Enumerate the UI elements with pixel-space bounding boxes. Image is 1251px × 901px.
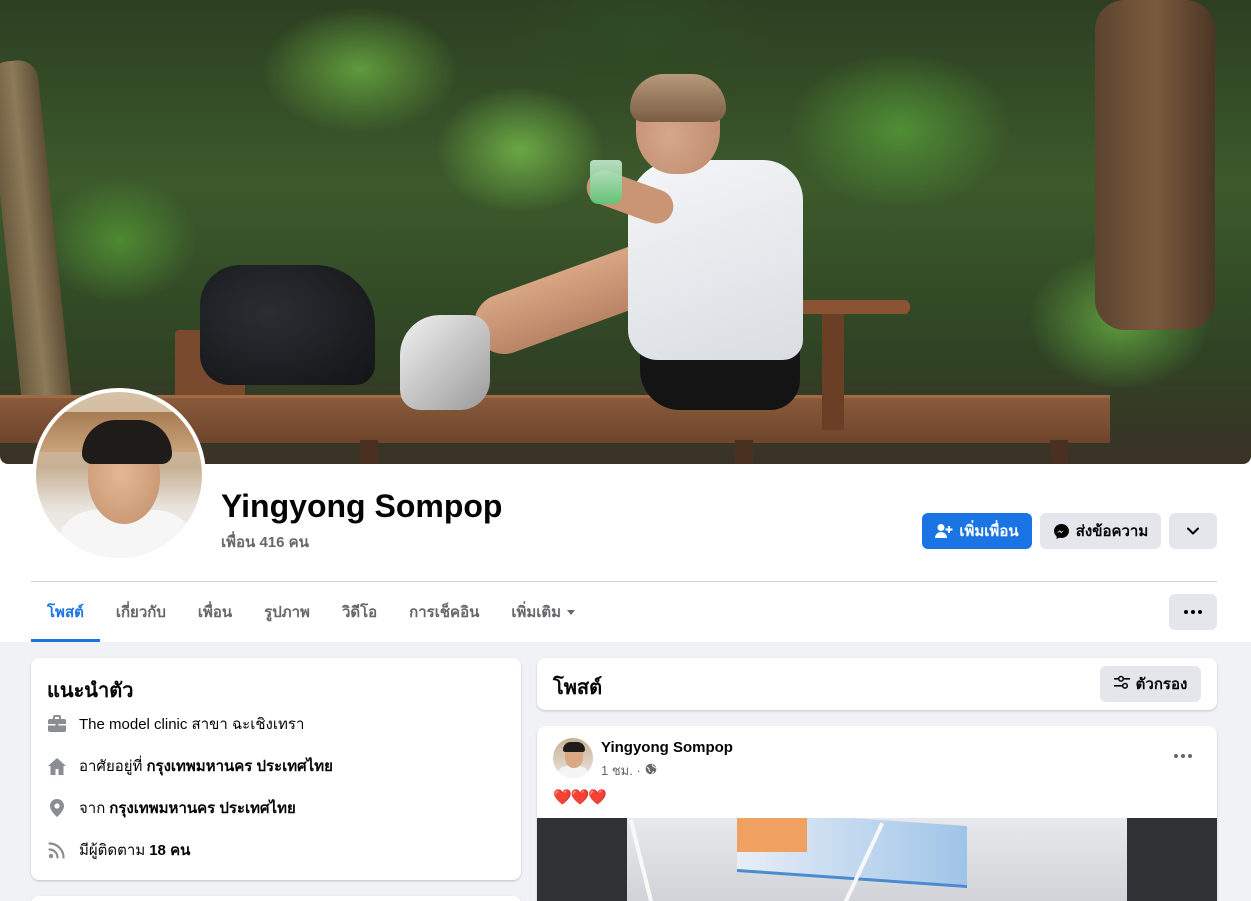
intro-from-prefix: จาก xyxy=(79,800,106,817)
intro-card: แนะนำตัว The model clinic สาขา ฉะเชิงเทร… xyxy=(31,658,521,880)
tab-label: วิดีโอ xyxy=(341,604,378,621)
profile-options-dropdown[interactable] xyxy=(1169,513,1217,549)
more-horizontal-icon xyxy=(1184,610,1202,614)
friend-count[interactable]: เพื่อน 416 คน xyxy=(221,530,309,554)
tabs-more-button[interactable] xyxy=(1169,594,1217,630)
profile-tabs: โพสต์ เกี่ยวกับ เพื่อน รูปภาพ วิดีโอ การ… xyxy=(31,582,591,642)
post-author-name[interactable]: Yingyong Sompop xyxy=(601,739,733,756)
tab-videos[interactable]: วิดีโอ xyxy=(326,582,393,642)
tab-label: เกี่ยวกับ xyxy=(115,604,166,621)
photo-banner-panel xyxy=(737,818,807,852)
intro-followers-count[interactable]: 18 คน xyxy=(149,838,190,862)
cover-deck-leg xyxy=(1050,440,1068,464)
messenger-icon xyxy=(1053,523,1070,540)
caret-down-icon xyxy=(567,609,576,615)
add-friend-label: เพิ่มเพื่อน xyxy=(959,523,1019,540)
tab-label: เพิ่มเติม xyxy=(511,604,562,621)
tab-label: เพื่อน xyxy=(197,604,233,621)
intro-lives-prefix: อาศัยอยู่ที่ xyxy=(79,758,143,775)
filter-button[interactable]: ตัวกรอง xyxy=(1100,666,1201,702)
cover-person-shoe xyxy=(400,315,490,410)
cover-tree-trunk xyxy=(0,58,74,422)
home-icon xyxy=(47,756,67,776)
intro-from-row: จาก กรุงเทพมหานคร ประเทศไทย xyxy=(47,796,296,820)
post-timestamp[interactable]: 1 ชม. · xyxy=(601,760,641,781)
post-card: Yingyong Sompop 1 ชม. · ❤️❤️❤️ xyxy=(537,726,1217,901)
avatar-hair xyxy=(563,742,585,752)
post-options-button[interactable] xyxy=(1165,738,1201,774)
intro-title: แนะนำตัว xyxy=(47,680,134,702)
cover-photo[interactable] xyxy=(0,0,1251,464)
add-friend-button[interactable]: เพิ่มเพื่อน xyxy=(922,513,1032,549)
briefcase-icon xyxy=(47,714,67,734)
tab-label: รูปภาพ xyxy=(264,604,310,621)
cover-deck-leg xyxy=(360,440,378,464)
next-card xyxy=(31,896,521,901)
post-meta: 1 ชม. · xyxy=(601,760,657,781)
posts-header-card: โพสต์ ตัวกรอง xyxy=(537,658,1217,710)
cover-drink-cup xyxy=(590,160,622,204)
intro-work-text[interactable]: The model clinic สาขา ฉะเชิงเทรา xyxy=(79,712,304,736)
intro-lives-place[interactable]: กรุงเทพมหานคร ประเทศไทย xyxy=(146,754,332,778)
profile-header: Yingyong Sompop เพื่อน 416 คน เพิ่มเพื่อ… xyxy=(0,0,1251,642)
tab-photos[interactable]: รูปภาพ xyxy=(248,582,326,642)
filter-sliders-icon xyxy=(1113,675,1130,693)
tab-checkins[interactable]: การเช็คอิน xyxy=(393,582,495,642)
intro-followers-row: มีผู้ติดตาม 18 คน xyxy=(47,838,190,862)
intro-work-row: The model clinic สาขา ฉะเชิงเทรา xyxy=(47,712,304,736)
tab-posts[interactable]: โพสต์ xyxy=(31,582,100,642)
post-photo[interactable] xyxy=(537,818,1217,901)
tab-about[interactable]: เกี่ยวกับ xyxy=(100,582,182,642)
tab-friends[interactable]: เพื่อน xyxy=(182,582,248,642)
more-horizontal-icon xyxy=(1174,754,1192,758)
tab-more[interactable]: เพิ่มเติม xyxy=(495,582,591,642)
post-author-avatar[interactable] xyxy=(553,738,593,778)
profile-avatar[interactable] xyxy=(32,388,206,562)
cover-backpack xyxy=(200,265,375,385)
avatar-hair xyxy=(82,420,172,464)
intro-lives-row: อาศัยอยู่ที่ กรุงเทพมหานคร ประเทศไทย xyxy=(47,754,333,778)
globe-icon xyxy=(645,763,657,778)
message-button[interactable]: ส่งข้อความ xyxy=(1040,513,1161,549)
tab-label: การเช็คอิน xyxy=(409,604,480,621)
tab-label: โพสต์ xyxy=(47,604,84,621)
location-pin-icon xyxy=(47,798,67,818)
cover-deck-leg xyxy=(735,440,753,464)
profile-name: Yingyong Sompop xyxy=(221,488,503,524)
filter-label: ตัวกรอง xyxy=(1135,676,1188,693)
message-label: ส่งข้อความ xyxy=(1075,523,1149,540)
chevron-down-icon xyxy=(1187,527,1199,535)
post-text: ❤️❤️❤️ xyxy=(553,789,607,806)
cover-person-hair xyxy=(630,74,726,122)
person-plus-icon xyxy=(935,523,953,539)
rss-icon xyxy=(47,840,67,860)
intro-followers-prefix: มีผู้ติดตาม xyxy=(79,842,146,859)
cover-tree-trunk xyxy=(1095,0,1215,330)
cover-bench-post xyxy=(822,310,844,430)
posts-title: โพสต์ xyxy=(553,677,603,699)
intro-from-place[interactable]: กรุงเทพมหานคร ประเทศไทย xyxy=(109,796,295,820)
